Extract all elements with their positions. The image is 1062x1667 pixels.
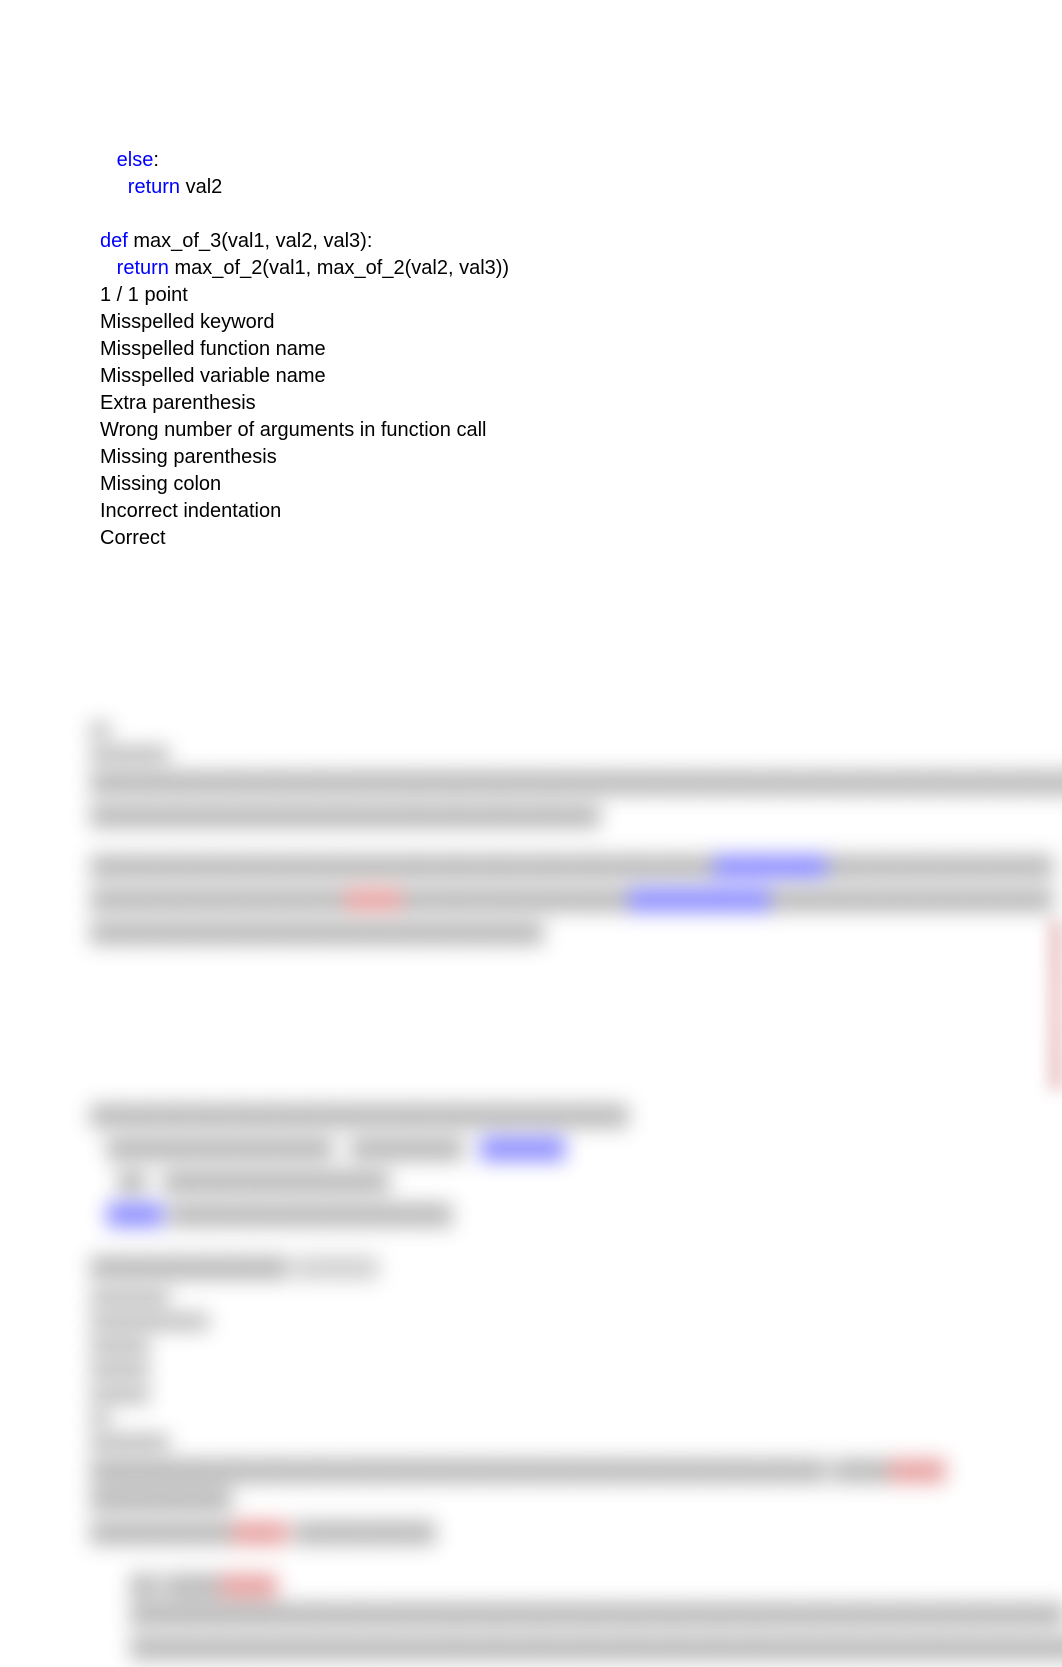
obscured-sidebar bbox=[1050, 920, 1062, 1090]
answer-option: Extra parenthesis bbox=[100, 390, 1062, 417]
answer-option: Misspelled variable name bbox=[100, 363, 1062, 390]
answer-option: Wrong number of arguments in function ca… bbox=[100, 417, 1062, 444]
keyword-else: else bbox=[117, 149, 154, 171]
answer-option: Correct bbox=[100, 525, 1062, 552]
answer-option: Misspelled keyword bbox=[100, 309, 1062, 336]
answer-option: Incorrect indentation bbox=[100, 498, 1062, 525]
code-blank-line bbox=[100, 203, 106, 225]
code-line: return max_of_2(val1, max_of_2(val2, val… bbox=[100, 257, 509, 279]
answer-option: Missing colon bbox=[100, 471, 1062, 498]
answer-options: Misspelled keyword Misspelled function n… bbox=[100, 309, 1062, 552]
code-line: def max_of_3(val1, val2, val3): bbox=[100, 230, 372, 252]
code-block: else: return val2 def max_of_3(val1, val… bbox=[100, 120, 1062, 282]
keyword-def: def bbox=[100, 230, 128, 252]
score-text: 1 / 1 point bbox=[100, 284, 1062, 307]
code-line: return val2 bbox=[100, 176, 222, 198]
keyword-return: return bbox=[128, 176, 180, 198]
answer-option: Misspelled function name bbox=[100, 336, 1062, 363]
answer-option: Missing parenthesis bbox=[100, 444, 1062, 471]
code-line: else: bbox=[100, 149, 159, 171]
obscured-content: ██ ████████ ████████████████████████████… bbox=[90, 720, 960, 1667]
keyword-return: return bbox=[117, 257, 169, 279]
